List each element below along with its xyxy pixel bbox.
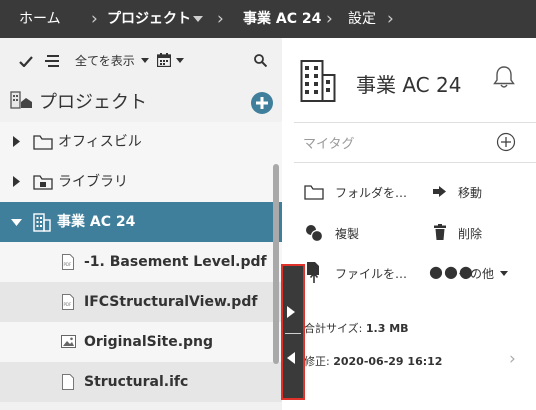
upload-file-action[interactable]: ファイルを… [302,260,417,286]
file-row-basement[interactable]: PDF -1. Basement Level.pdf [0,242,282,282]
modified-info: 修正: 2020-06-29 16:12 [304,353,442,369]
chevron-right-icon: › [387,9,394,29]
action-label: ファイルを… [335,267,408,281]
modified-label: 修正: [304,355,330,368]
caret-right-icon[interactable] [13,176,20,187]
my-tags-label: マイタグ [303,137,355,152]
divider [285,333,301,334]
bell-icon[interactable] [493,65,515,89]
chevron-right-icon: › [326,9,333,29]
project-tree-icon [10,91,32,109]
expand-panel-button[interactable] [287,306,295,318]
tree-item-library[interactable]: ライブラリ [0,162,282,202]
chevron-right-icon: › [217,9,224,29]
chevron-right-icon[interactable]: › [509,349,516,369]
modified-value: 2020-06-29 16:12 [333,355,443,368]
collapse-panel-button[interactable] [287,352,295,364]
caret-down-icon[interactable] [11,219,22,226]
building-icon [33,213,51,232]
svg-text:PDF: PDF [64,302,72,307]
file-row-originalsite[interactable]: OriginalSite.png [0,322,282,362]
svg-text:PDF: PDF [64,262,72,267]
tree-header: プロジェクト [39,92,147,113]
chevron-right-icon: › [91,9,98,29]
pdf-file-icon: PDF [62,294,74,310]
breadcrumb-home[interactable]: ホーム [19,0,61,38]
file-row-structural[interactable]: Structural.ifc [0,362,282,402]
search-icon[interactable] [254,54,267,67]
tree-item-label: オフィスビル [58,134,142,150]
plus-icon [256,97,268,109]
divider [294,122,536,123]
calendar-icon[interactable] [157,53,171,67]
add-tag-button[interactable] [496,132,516,152]
scrollbar[interactable] [273,164,279,364]
check-icon[interactable] [19,56,33,67]
duplicate-icon [306,225,323,242]
action-label: フォルダを… [335,186,408,200]
caret-right-icon[interactable] [13,136,20,147]
details-panel: 事業 AC 24 マイタグ フォルダを… 移動 複製 削除 ファイルを… ●●●… [282,38,536,410]
folder-icon [304,185,324,200]
project-tree-panel: 全てを表示 プロジェクト オフィスビル ライブラリ 事業 AC 24 PDF -… [0,38,282,410]
action-label: その他 [458,267,495,281]
caret-down-icon [500,271,508,276]
total-size: 合計サイズ: 1.3 MB [304,320,409,336]
action-label: 削除 [458,227,483,241]
tree-item-office[interactable]: オフィスビル [0,122,282,162]
file-icon [62,374,74,390]
file-label: OriginalSite.png [84,334,214,350]
add-project-button[interactable] [251,92,273,114]
panel-title: 事業 AC 24 [356,73,462,97]
caret-down-icon[interactable] [193,16,203,22]
divider [294,162,536,163]
new-folder-action[interactable]: フォルダを… [302,180,417,204]
more-menu[interactable]: ●●● その他 [429,260,519,286]
total-size-label: 合計サイズ: [304,322,363,335]
panel-toggle [281,264,305,400]
upload-file-icon [307,262,319,283]
file-label: Structural.ifc [84,374,189,390]
show-all-filter[interactable]: 全てを表示 [75,52,135,69]
image-file-icon [61,335,76,348]
breadcrumb-settings[interactable]: 設定 [348,0,376,38]
action-label: 移動 [458,186,483,200]
breadcrumb-projects[interactable]: プロジェクト [107,0,191,38]
breadcrumb-current[interactable]: 事業 AC 24 [243,0,321,38]
caret-down-icon[interactable] [176,58,184,63]
delete-action[interactable]: 削除 [432,221,512,245]
duplicate-action[interactable]: 複製 [302,221,417,245]
tree-item-ac24[interactable]: 事業 AC 24 [0,202,282,242]
breadcrumb: ホーム › プロジェクト › 事業 AC 24 › 設定 › [0,0,536,38]
file-label: -1. Basement Level.pdf [84,254,267,270]
caret-down-icon[interactable] [141,58,149,63]
folder-icon [33,135,53,150]
move-action[interactable]: 移動 [432,180,512,204]
library-folder-icon [33,175,53,190]
arrow-right-icon [433,186,446,197]
tree-item-label: 事業 AC 24 [57,214,136,230]
trash-icon [434,224,446,240]
action-label: 複製 [335,227,360,241]
building-icon [300,60,336,102]
file-label: IFCStructuralView.pdf [84,294,258,310]
pdf-file-icon: PDF [62,254,74,270]
list-icon[interactable] [45,55,59,67]
total-size-value: 1.3 MB [365,322,409,335]
tree-item-label: ライブラリ [58,174,128,190]
file-row-ifcstructuralview[interactable]: PDF IFCStructuralView.pdf [0,282,282,322]
